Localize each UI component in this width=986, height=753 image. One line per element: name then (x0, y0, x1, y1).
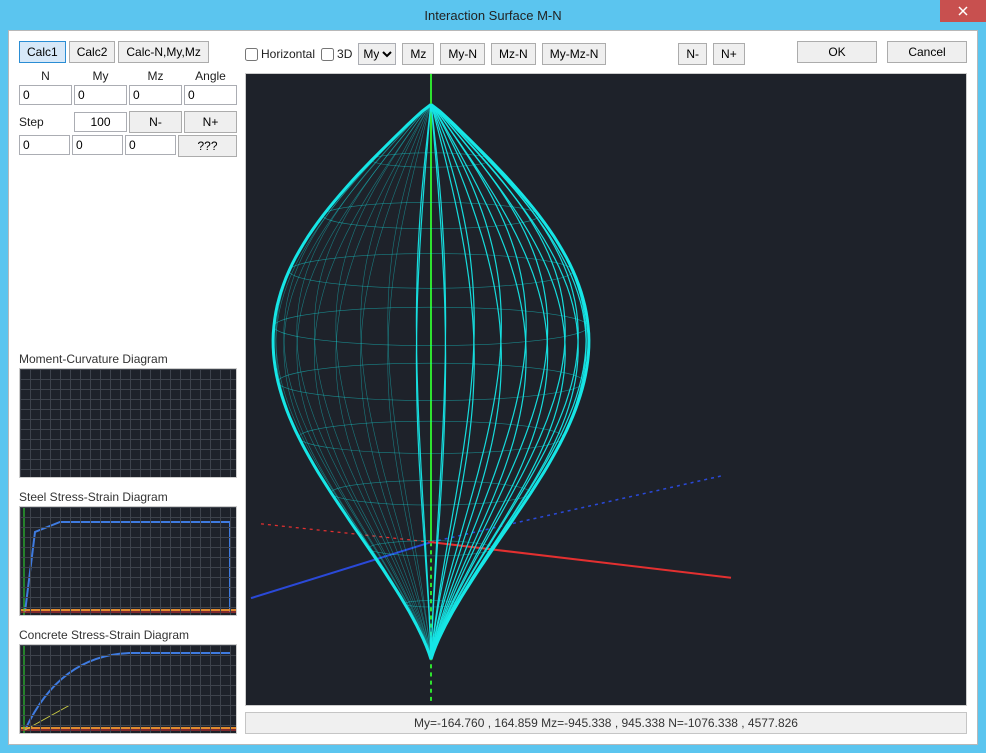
header-mz: Mz (129, 69, 182, 83)
ok-button[interactable]: OK (797, 41, 877, 63)
horizontal-label: Horizontal (261, 47, 315, 61)
mz-button[interactable]: Mz (402, 43, 434, 65)
window: Interaction Surface M-N Calc1 Calc2 Calc… (0, 0, 986, 753)
concrete-stress-strain-title: Concrete Stress-Strain Diagram (19, 628, 237, 642)
step-input[interactable] (74, 112, 127, 132)
concrete-stress-strain-canvas (19, 644, 237, 734)
3d-checkbox-label[interactable]: 3D (321, 47, 352, 61)
my-mz-n-button[interactable]: My-Mz-N (542, 43, 607, 65)
input-my[interactable] (74, 85, 127, 105)
column-headers: N My Mz Angle (19, 69, 237, 83)
calc-nmymz-button[interactable]: Calc-N,My,Mz (118, 41, 208, 63)
moment-curvature-section: Moment-Curvature Diagram (19, 352, 237, 478)
n-plus-button-top[interactable]: N+ (713, 43, 745, 65)
3d-checkbox[interactable] (321, 48, 334, 61)
header-my: My (74, 69, 127, 83)
moment-curvature-title: Moment-Curvature Diagram (19, 352, 237, 366)
my-n-button[interactable]: My-N (440, 43, 485, 65)
interaction-surface-plot (246, 74, 966, 705)
calc1-button[interactable]: Calc1 (19, 41, 66, 63)
moment-curvature-canvas (19, 368, 237, 478)
client-area: Calc1 Calc2 Calc-N,My,Mz N My Mz Angle S… (8, 30, 978, 745)
header-n: N (19, 69, 72, 83)
input-row2-a[interactable] (19, 135, 70, 155)
plane-select[interactable]: My (358, 43, 396, 65)
qqq-button[interactable]: ??? (178, 135, 237, 157)
calc2-button[interactable]: Calc2 (69, 41, 116, 63)
input-row2-c[interactable] (125, 135, 176, 155)
input-n[interactable] (19, 85, 72, 105)
horizontal-checkbox[interactable] (245, 48, 258, 61)
n-minus-button-top[interactable]: N- (678, 43, 707, 65)
dialog-buttons: OK Cancel (797, 41, 967, 63)
close-icon (958, 6, 968, 16)
steel-stress-strain-canvas (19, 506, 237, 616)
input-row2-b[interactable] (72, 135, 123, 155)
input-row-1 (19, 85, 237, 105)
3d-label: 3D (337, 47, 352, 61)
status-text: My=-164.760 , 164.859 Mz=-945.338 , 945.… (414, 716, 798, 730)
cancel-button[interactable]: Cancel (887, 41, 967, 63)
calc-button-row: Calc1 Calc2 Calc-N,My,Mz (19, 41, 237, 63)
input-angle[interactable] (184, 85, 237, 105)
step-row: Step N- N+ (19, 111, 237, 133)
mz-n-button[interactable]: Mz-N (491, 43, 536, 65)
horizontal-checkbox-label[interactable]: Horizontal (245, 47, 315, 61)
main-canvas[interactable] (245, 73, 967, 706)
window-title: Interaction Surface M-N (424, 8, 561, 23)
input-mz[interactable] (129, 85, 182, 105)
steel-stress-strain-title: Steel Stress-Strain Diagram (19, 490, 237, 504)
input-row-2: ??? (19, 135, 237, 157)
left-panel: Calc1 Calc2 Calc-N,My,Mz N My Mz Angle S… (19, 41, 237, 734)
header-angle: Angle (184, 69, 237, 83)
close-button[interactable] (940, 0, 986, 22)
titlebar: Interaction Surface M-N (0, 0, 986, 30)
step-label: Step (19, 115, 72, 129)
n-minus-button-left[interactable]: N- (129, 111, 182, 133)
steel-stress-strain-section: Steel Stress-Strain Diagram (19, 490, 237, 616)
concrete-stress-strain-section: Concrete Stress-Strain Diagram (19, 628, 237, 734)
status-bar: My=-164.760 , 164.859 Mz=-945.338 , 945.… (245, 712, 967, 734)
right-panel: Horizontal 3D My Mz My-N Mz-N My-Mz-N N-… (245, 41, 967, 734)
n-plus-button-left[interactable]: N+ (184, 111, 237, 133)
